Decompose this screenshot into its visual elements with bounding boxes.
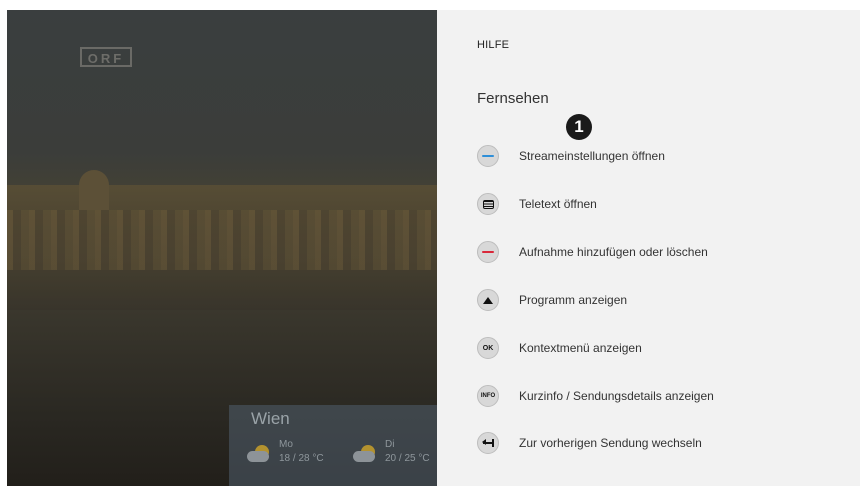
help-row-teletext[interactable]: Teletext öffnen (477, 192, 597, 216)
channel-logo: ORF (80, 47, 132, 67)
help-row-label: Aufnahme hinzufügen oder löschen (519, 245, 708, 259)
weather-city: Wien (251, 409, 290, 428)
weather-day-temp: 18 / 28 °C (279, 453, 324, 464)
help-row-label: Zur vorherigen Sendung wechseln (519, 436, 702, 450)
tv-video: ORF Wien Mo 18 / 28 °C Di 20 / 25 °C (7, 10, 437, 486)
weather-day-name: Di (385, 439, 395, 450)
help-row-info[interactable]: INFO Kurzinfo / Sendungsdetails anzeigen (477, 384, 714, 408)
help-row-label: Kurzinfo / Sendungsdetails anzeigen (519, 389, 714, 403)
up-arrow-icon (477, 289, 499, 311)
help-row-label: Streameinstellungen öffnen (519, 149, 665, 163)
blue-button-icon (477, 145, 499, 167)
help-panel: HILFE Fernsehen 1 Streameinstellungen öf… (437, 10, 860, 486)
weather-widget: Wien Mo 18 / 28 °C Di 20 / 25 °C (229, 405, 437, 486)
dome (79, 170, 109, 210)
help-row-stream-settings[interactable]: Streameinstellungen öffnen (477, 144, 665, 168)
weather-day: Mo 18 / 28 °C (243, 437, 333, 477)
ok-button-icon: OK (477, 337, 499, 359)
info-button-icon: INFO (477, 385, 499, 407)
weather-day-name: Mo (279, 439, 293, 450)
help-row-label: Kontextmenü anzeigen (519, 341, 642, 355)
weather-day: Di 20 / 25 °C (349, 437, 437, 477)
help-row-label: Programm anzeigen (519, 293, 628, 307)
back-arrow-icon (477, 432, 499, 454)
weather-day-temp: 20 / 25 °C (385, 453, 430, 464)
help-row-program[interactable]: Programm anzeigen (477, 288, 627, 312)
screen: ORF Wien Mo 18 / 28 °C Di 20 / 25 °C HIL… (7, 10, 860, 486)
annotation-marker: 1 (566, 114, 592, 140)
help-row-recording[interactable]: Aufnahme hinzufügen oder löschen (477, 240, 708, 264)
teletext-icon (477, 193, 499, 215)
red-button-icon (477, 241, 499, 263)
rooftops (7, 210, 437, 270)
help-row-label: Teletext öffnen (519, 197, 597, 211)
cloud-icon (353, 451, 375, 462)
help-row-context-menu[interactable]: OK Kontextmenü anzeigen (477, 336, 642, 360)
help-row-previous[interactable]: Zur vorherigen Sendung wechseln (477, 431, 702, 455)
cloud-icon (247, 451, 269, 462)
help-title: HILFE (477, 39, 510, 51)
help-section-title: Fernsehen (477, 90, 549, 107)
